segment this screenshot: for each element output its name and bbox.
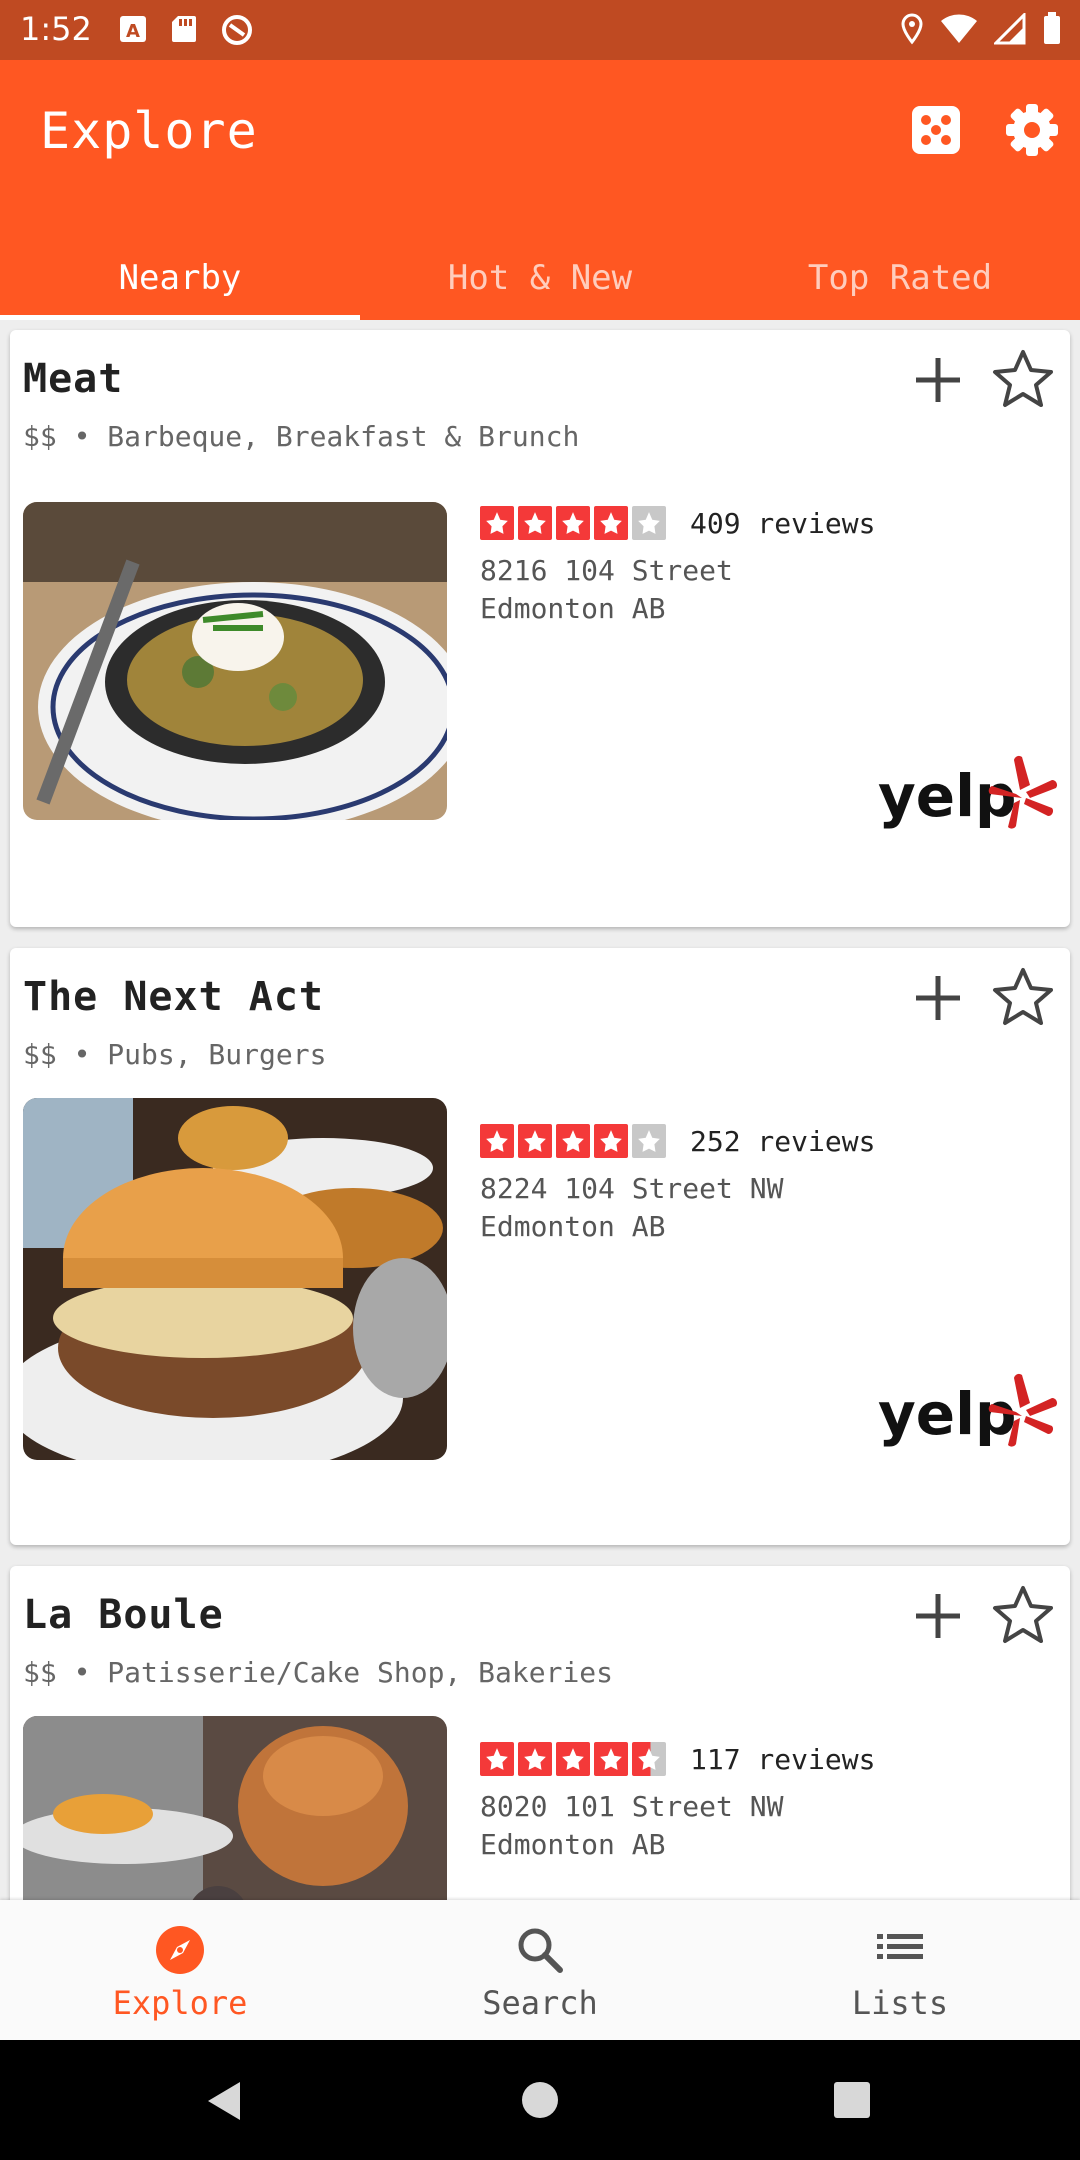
- nav-label: Search: [482, 1984, 598, 2022]
- nav-search[interactable]: Search: [360, 1900, 720, 2040]
- sync-icon: [222, 15, 252, 45]
- star-icon: [480, 506, 514, 540]
- star-icon: [594, 1124, 628, 1158]
- restaurant-address: 8020 101 Street NW Edmonton AB: [480, 1788, 783, 1864]
- font-notification-icon: A: [120, 16, 146, 42]
- nav-label: Explore: [112, 1984, 248, 2022]
- star-icon: [480, 1742, 514, 1776]
- restaurant-price-categories: $$ • Patisserie/Cake Shop, Bakeries: [23, 1656, 614, 1689]
- review-count: 117 reviews: [690, 1742, 876, 1776]
- page-title: Explore: [40, 102, 258, 160]
- sd-card-icon: [172, 16, 196, 42]
- restaurant-photo[interactable]: [23, 1098, 447, 1460]
- battery-icon: [1044, 12, 1060, 44]
- status-bar: 1:52 A: [0, 0, 1080, 60]
- address-line-2: Edmonton AB: [480, 592, 666, 625]
- compass-icon: [156, 1926, 204, 1974]
- svg-text:yelp: yelp: [878, 762, 1017, 830]
- star-rating: [480, 506, 666, 540]
- system-navigation-bar: [0, 2040, 1080, 2160]
- restaurant-name: The Next Act: [23, 974, 324, 1020]
- location-icon: [901, 13, 923, 45]
- favorite-star-icon[interactable]: [992, 348, 1054, 410]
- star-empty-icon: [632, 1124, 666, 1158]
- address-line-1: 8224 104 Street NW: [480, 1172, 784, 1205]
- random-dice-icon[interactable]: [908, 102, 964, 158]
- review-count: 409 reviews: [690, 506, 876, 540]
- restaurant-name: Meat: [23, 356, 124, 402]
- signal-icon: [994, 13, 1026, 45]
- restaurant-address: 8216 104 Street Edmonton AB: [480, 552, 733, 628]
- star-icon: [594, 506, 628, 540]
- nav-lists[interactable]: Lists: [720, 1900, 1080, 2040]
- list-icon: [877, 1934, 923, 1959]
- svg-text:A: A: [126, 21, 140, 42]
- favorite-star-icon[interactable]: [992, 966, 1054, 1028]
- restaurant-card[interactable]: The Next Act $$ • Pubs, Burgers 252 revi…: [10, 948, 1070, 1545]
- address-line-2: Edmonton AB: [480, 1828, 666, 1861]
- back-icon[interactable]: [204, 2080, 244, 2122]
- tab-nearby[interactable]: Nearby: [0, 250, 360, 320]
- star-icon: [556, 1124, 590, 1158]
- star-empty-icon: [632, 506, 666, 540]
- restaurant-name: La Boule: [23, 1592, 224, 1638]
- add-to-list-icon[interactable]: [910, 970, 966, 1026]
- svg-text:yelp: yelp: [878, 1380, 1017, 1448]
- app-bar: Explore Nearby Hot & New Top Rated: [0, 60, 1080, 320]
- restaurant-price-categories: $$ • Pubs, Burgers: [23, 1038, 327, 1071]
- review-count: 252 reviews: [690, 1124, 876, 1158]
- restaurant-address: 8224 104 Street NW Edmonton AB: [480, 1170, 783, 1246]
- address-line-1: 8020 101 Street NW: [480, 1790, 784, 1823]
- star-half-icon: [632, 1742, 666, 1776]
- star-rating: [480, 1124, 666, 1158]
- rating-row: 117 reviews: [480, 1742, 875, 1776]
- search-icon: [518, 1928, 563, 1973]
- recents-icon[interactable]: [834, 2082, 870, 2118]
- restaurant-card[interactable]: Meat $$ • Barbeque, Breakfast & Brunch 4…: [10, 330, 1070, 927]
- add-to-list-icon[interactable]: [910, 1588, 966, 1644]
- star-icon: [556, 506, 590, 540]
- home-icon[interactable]: [520, 2080, 560, 2120]
- address-line-2: Edmonton AB: [480, 1210, 666, 1243]
- restaurant-photo[interactable]: [23, 502, 447, 820]
- star-icon: [518, 506, 552, 540]
- rating-row: 409 reviews: [480, 506, 875, 540]
- tab-top-rated[interactable]: Top Rated: [720, 250, 1080, 320]
- nav-label: Lists: [851, 1984, 949, 2022]
- yelp-logo[interactable]: yelp: [878, 754, 1058, 834]
- yelp-logo[interactable]: yelp: [878, 1372, 1058, 1452]
- tab-bar: Nearby Hot & New Top Rated: [0, 250, 1080, 320]
- favorite-star-icon[interactable]: [992, 1584, 1054, 1646]
- star-icon: [518, 1742, 552, 1776]
- address-line-1: 8216 104 Street: [480, 554, 733, 587]
- star-icon: [556, 1742, 590, 1776]
- star-icon: [518, 1124, 552, 1158]
- nav-explore[interactable]: Explore: [0, 1900, 360, 2040]
- bottom-navigation: Explore Search Lists: [0, 1900, 1080, 2040]
- rating-row: 252 reviews: [480, 1124, 875, 1158]
- star-icon: [480, 1124, 514, 1158]
- add-to-list-icon[interactable]: [910, 352, 966, 408]
- settings-gear-icon[interactable]: [1004, 102, 1060, 158]
- tab-hot-and-new[interactable]: Hot & New: [360, 250, 720, 320]
- wifi-icon: [941, 14, 977, 44]
- status-time: 1:52: [20, 10, 92, 48]
- star-rating: [480, 1742, 666, 1776]
- star-icon: [594, 1742, 628, 1776]
- restaurant-price-categories: $$ • Barbeque, Breakfast & Brunch: [23, 420, 580, 453]
